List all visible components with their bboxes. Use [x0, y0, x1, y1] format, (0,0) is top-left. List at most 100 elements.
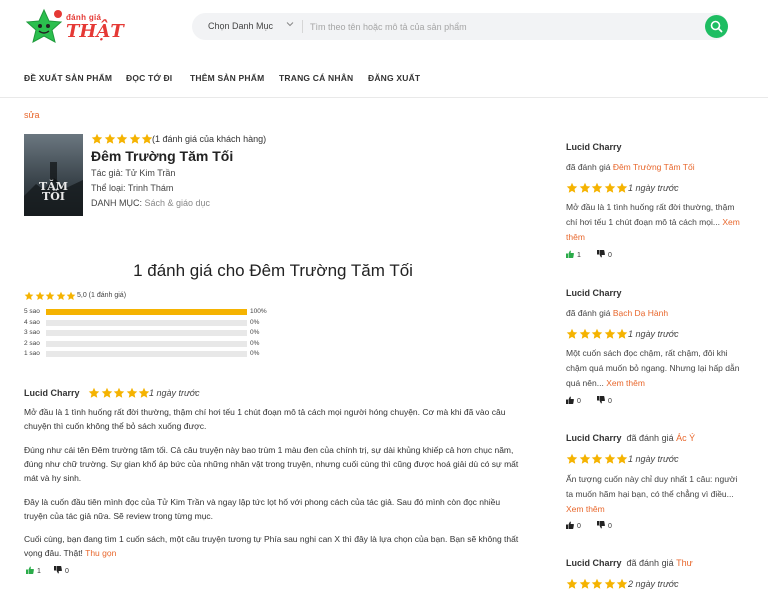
- star-icon: [616, 453, 628, 464]
- edit-link[interactable]: sửa: [24, 110, 40, 120]
- star-icon: [566, 578, 578, 589]
- header: đánh giá THẬT Chọn Danh Mục: [0, 0, 768, 56]
- sidebar-dislike-button[interactable]: 0: [597, 250, 612, 259]
- nav-item-logout[interactable]: Đăng xuất: [368, 73, 420, 83]
- sidebar-product-link[interactable]: Ác Ý: [676, 433, 695, 443]
- distribution-percent: 100%: [250, 308, 267, 315]
- star-icon: [126, 387, 137, 398]
- sidebar-review-stars: [566, 578, 628, 590]
- distribution-percent: 0%: [250, 339, 260, 347]
- nav-item-read-me[interactable]: Đọc tớ đi: [126, 73, 172, 83]
- distribution-row[interactable]: 1 sao 0%: [24, 350, 259, 358]
- distribution-label: 1 sao: [24, 350, 40, 357]
- star-icon: [56, 291, 65, 300]
- star-icon: [113, 387, 125, 398]
- star-icon: [566, 453, 578, 464]
- distribution-row[interactable]: 5 sao 100%: [24, 308, 267, 316]
- book-rating-count[interactable]: (1 đánh giá của khách hàng): [152, 134, 266, 144]
- reviews-heading: 1 đánh giá cho Đêm Trường Tăm Tối: [133, 261, 413, 280]
- star-icon: [616, 328, 628, 339]
- search-input[interactable]: [310, 17, 690, 36]
- sidebar-like-button[interactable]: 0: [566, 396, 581, 405]
- review-paragraph-4: Cuối cùng, bạn đang tìm 1 cuốn sách, một…: [24, 534, 519, 558]
- star-icon: [129, 133, 140, 144]
- summary-rating: 5,0 (1 đánh giá): [77, 292, 127, 299]
- sidebar-review-time: 2 ngày trước: [628, 579, 679, 589]
- thumbs-down-icon: [597, 250, 605, 258]
- like-button[interactable]: 1: [26, 566, 41, 575]
- sidebar-product-link[interactable]: Bạch Dạ Hành: [613, 308, 668, 318]
- sidebar-like-button[interactable]: 1: [566, 250, 581, 259]
- distribution-label: 4 sao: [24, 318, 40, 326]
- star-icon: [591, 182, 603, 193]
- search-button[interactable]: [705, 15, 728, 38]
- distribution-label: 2 sao: [24, 339, 40, 347]
- star-icon: [566, 328, 578, 339]
- category-value[interactable]: Sách & giáo dục: [145, 198, 211, 208]
- like-count: 1: [37, 568, 41, 575]
- search-divider: [302, 20, 303, 33]
- collapse-link[interactable]: Thu gọn: [85, 548, 116, 558]
- sidebar-product-link[interactable]: Đêm Trường Tăm Tối: [613, 162, 695, 172]
- sidebar-review-product: đã đánh giá Đêm Trường Tăm Tối: [566, 162, 695, 172]
- review-paragraph-1: Mở đầu là 1 tình huống rất đời thường, t…: [24, 407, 506, 431]
- star-icon: [579, 578, 590, 589]
- sidebar-review-time: 1 ngày trước: [628, 454, 679, 464]
- sidebar-review-time: 1 ngày trước: [628, 183, 679, 193]
- thumbs-up-icon: [566, 250, 574, 258]
- sidebar-review-author: Lucid Charry: [566, 288, 622, 298]
- star-icon: [24, 291, 34, 300]
- star-icon: [104, 133, 115, 144]
- dislike-button[interactable]: 0: [54, 566, 69, 575]
- star-icon: [35, 291, 44, 300]
- distribution-row[interactable]: 4 sao 0%: [24, 318, 259, 327]
- thumbs-up-icon: [566, 521, 574, 529]
- sidebar-dislike-button[interactable]: 0: [597, 396, 612, 405]
- star-icon: [91, 133, 103, 144]
- distribution-percent: 0%: [250, 329, 260, 336]
- sidebar-review-body: Một cuốn sách đọc chậm, rất chậm, đôi kh…: [566, 348, 740, 388]
- star-icon: [45, 291, 55, 300]
- sidebar-like-button[interactable]: 0: [566, 521, 581, 530]
- distribution-bar-fill: [46, 309, 247, 315]
- star-icon: [579, 182, 590, 193]
- book-author: Tác giả: Tử Kim Trần: [91, 168, 176, 178]
- book-cover-image: TĂM TỐI: [24, 134, 83, 216]
- book-title: Đêm Trường Tăm Tối: [91, 148, 234, 164]
- star-icon: [116, 133, 128, 144]
- thumbs-down-icon: [597, 521, 605, 529]
- star-icon: [579, 453, 590, 464]
- dislike-count: 0: [65, 568, 69, 575]
- nav-item-profile[interactable]: Trang cá nhân: [279, 73, 353, 83]
- see-more-link[interactable]: Xem thêm: [606, 378, 645, 388]
- sidebar-dislike-button[interactable]: 0: [597, 521, 612, 530]
- sidebar-review-stars: [566, 453, 628, 465]
- book-category: DANH MỤC: Sách & giáo dục: [91, 198, 210, 208]
- nav-item-add-product[interactable]: Thêm sản phẩm: [190, 73, 264, 83]
- logo-wordmark: THẬT: [66, 21, 124, 42]
- see-more-link[interactable]: Xem thêm: [566, 504, 605, 514]
- review-time: 1 ngày trước: [149, 388, 200, 398]
- star-icon: [66, 291, 76, 300]
- sidebar-review-product: đã đánh giá Bạch Dạ Hành: [566, 308, 669, 318]
- distribution-bar: [46, 330, 247, 336]
- book-rating-stars: [91, 133, 153, 145]
- search-bar: Chọn Danh Mục: [192, 13, 728, 40]
- thumbs-down-icon: [597, 396, 605, 404]
- sidebar-review-stars: [566, 182, 628, 194]
- distribution-row[interactable]: 2 sao 0%: [24, 339, 259, 348]
- star-icon: [88, 387, 100, 398]
- star-icon: [591, 328, 603, 339]
- thumbs-up-icon: [26, 566, 34, 574]
- sidebar-review-body: Ấn tượng cuốn này chỉ duy nhất 1 câu: ng…: [566, 474, 738, 514]
- category-select[interactable]: Chọn Danh Mục: [208, 21, 273, 31]
- site-logo[interactable]: đánh giá THẬT: [24, 7, 124, 47]
- sidebar-product-link[interactable]: Thư: [676, 558, 693, 568]
- distribution-row[interactable]: 3 sao 0%: [24, 329, 259, 337]
- chevron-down-icon[interactable]: [286, 20, 294, 30]
- nav-item-recommend[interactable]: Đề xuất sản phẩm: [24, 73, 112, 83]
- category-label: DANH MỤC:: [91, 198, 142, 208]
- distribution-bar: [46, 309, 247, 315]
- distribution-percent: 0%: [250, 350, 260, 357]
- sidebar-review-time: 1 ngày trước: [628, 329, 679, 339]
